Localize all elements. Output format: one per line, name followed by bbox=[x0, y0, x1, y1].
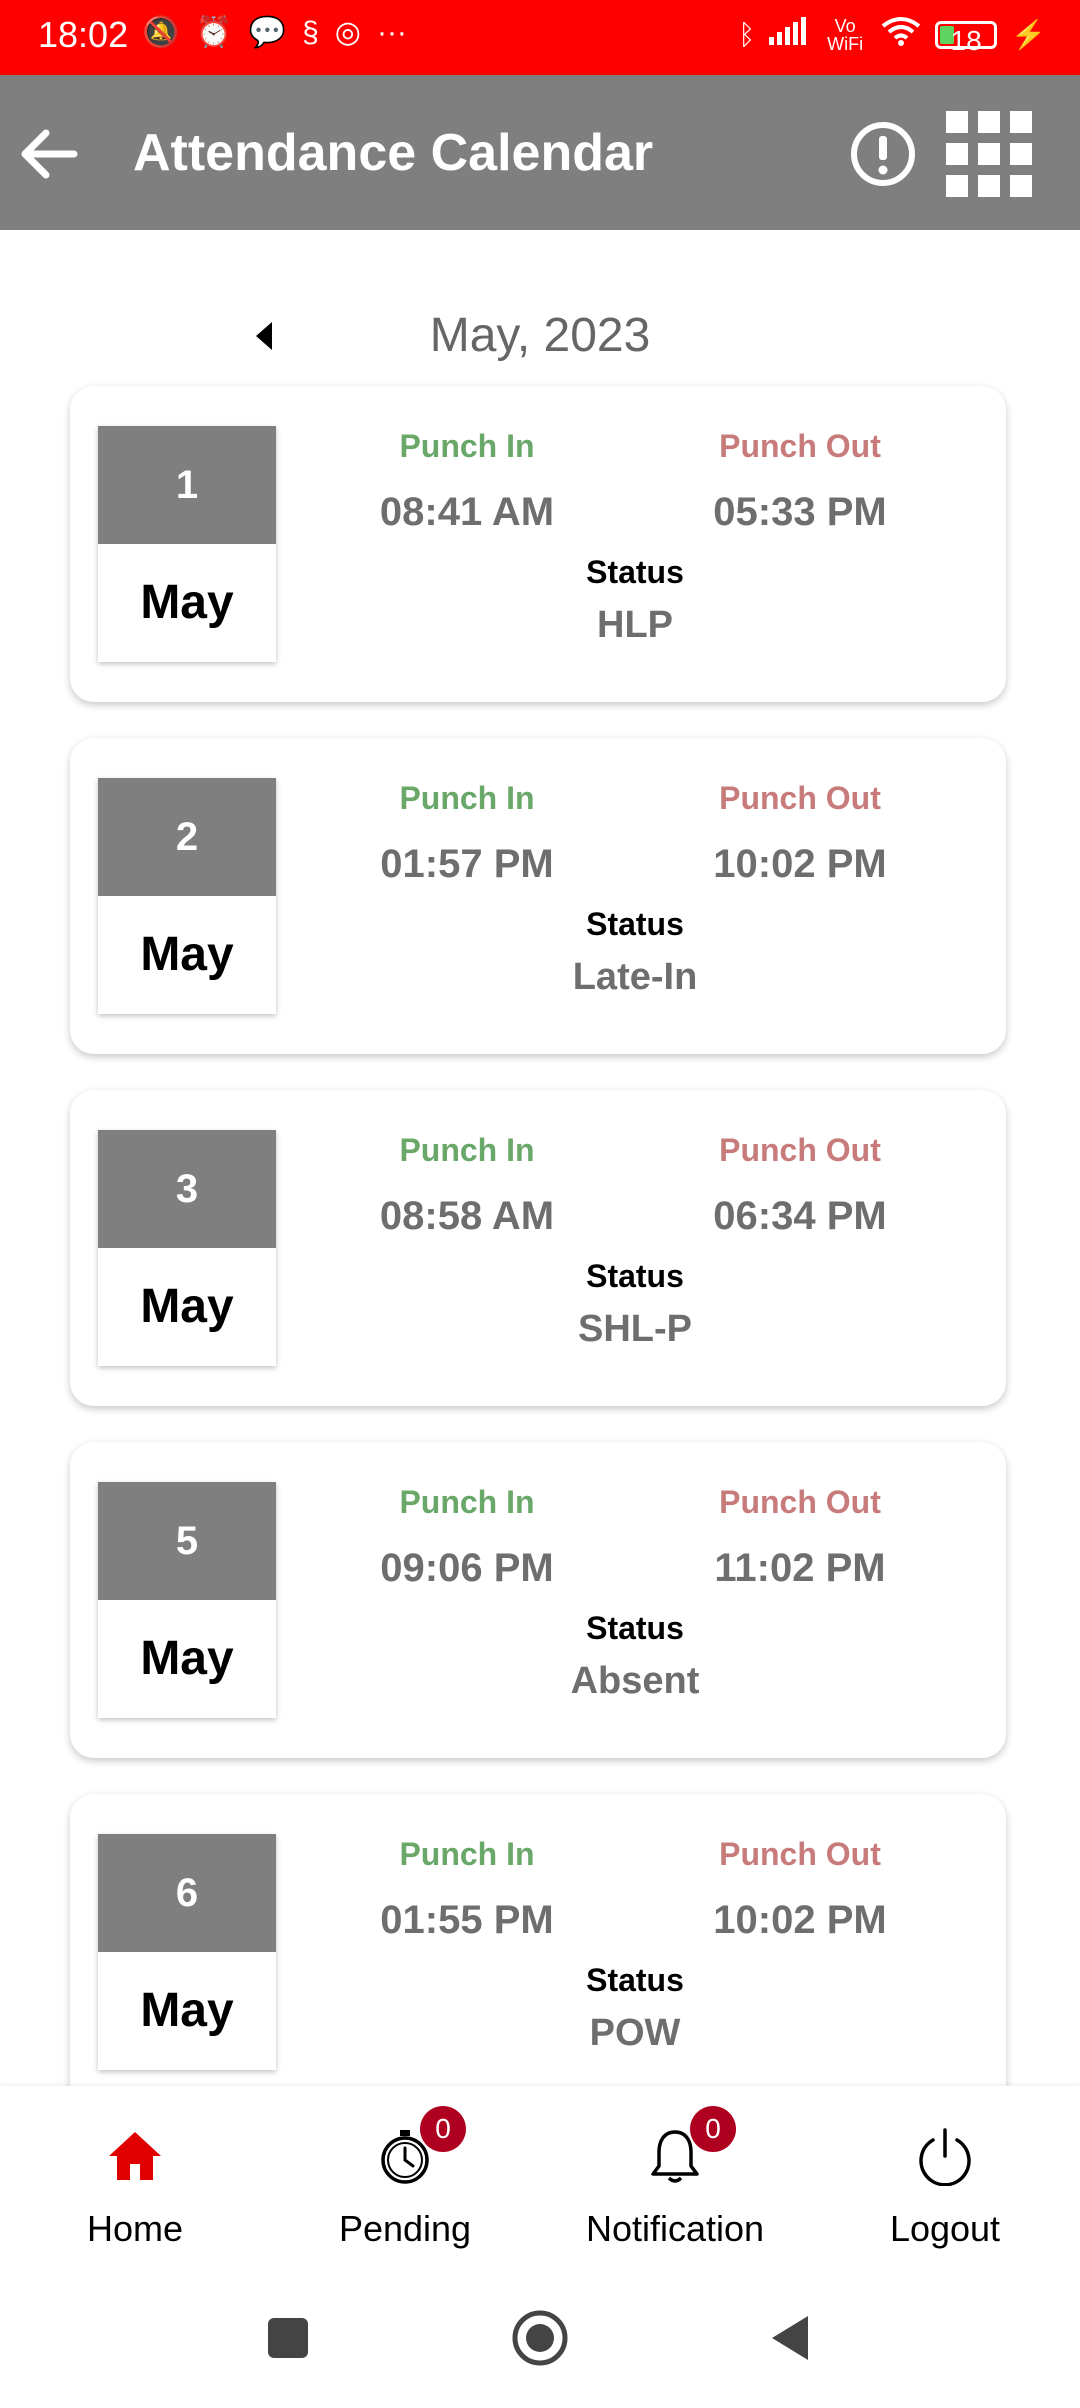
nav-pending[interactable]: 0 Pending bbox=[270, 2086, 540, 2278]
date-box: 1 May bbox=[98, 426, 276, 662]
apps-grid-button[interactable] bbox=[946, 111, 1032, 197]
back-button[interactable] bbox=[14, 119, 84, 189]
date-month: May bbox=[140, 1280, 234, 1333]
status-label: Status bbox=[586, 1962, 684, 1998]
square-icon bbox=[268, 2318, 308, 2358]
nav-home[interactable]: Home bbox=[0, 2086, 270, 2278]
punch-in-time: 08:58 AM bbox=[379, 1194, 555, 1238]
status-time: 18:02 bbox=[38, 14, 129, 55]
punch-out-label: Punch Out bbox=[719, 780, 881, 816]
punch-in-label: Punch In bbox=[399, 428, 535, 464]
nav-notification[interactable]: 0 Notification bbox=[540, 2086, 810, 2278]
system-navigation-bar bbox=[0, 2278, 1080, 2408]
status-label: Status bbox=[586, 554, 684, 590]
date-day: 6 bbox=[98, 1834, 276, 1952]
attendance-card[interactable]: 2 May Punch In Punch Out 01:57 PM 10:02 … bbox=[70, 738, 1006, 1054]
date-month: May bbox=[140, 928, 234, 981]
punch-out-time: 11:02 PM bbox=[714, 1546, 886, 1590]
status-right-icons: ᛒ Vo WiFi 18 ⚡ bbox=[738, 16, 1046, 56]
back-system-button[interactable] bbox=[760, 2308, 820, 2368]
punch-out-label: Punch Out bbox=[719, 1484, 881, 1520]
punch-out-time: 10:02 PM bbox=[713, 842, 887, 886]
instagram-icon: ◎ bbox=[334, 16, 361, 49]
date-box: 6 May bbox=[98, 1834, 276, 2070]
app-bar: Attendance Calendar bbox=[0, 75, 1080, 230]
battery-icon: 18 bbox=[935, 21, 998, 56]
bottom-navigation: Home 0 Pending 0 Notification Logout bbox=[0, 2086, 1080, 2278]
date-day: 1 bbox=[98, 426, 276, 544]
home-icon bbox=[109, 2132, 161, 2180]
more-icon: ··· bbox=[376, 16, 407, 49]
punch-out-label: Punch Out bbox=[719, 1132, 881, 1168]
punch-out-label: Punch Out bbox=[719, 428, 881, 464]
sim-icon: § bbox=[302, 16, 319, 49]
status-value: HLP bbox=[597, 604, 673, 646]
punch-in-time: 08:41 AM bbox=[379, 490, 555, 534]
home-system-button[interactable] bbox=[510, 2308, 570, 2368]
punch-out-time: 10:02 PM bbox=[713, 1898, 887, 1942]
arrow-left-icon bbox=[21, 129, 78, 179]
punch-in-label: Punch In bbox=[399, 1836, 535, 1872]
alert-circle-icon bbox=[851, 122, 915, 186]
status-value: POW bbox=[589, 2012, 681, 2054]
status-label: Status bbox=[586, 906, 684, 942]
month-label: May, 2023 bbox=[429, 309, 651, 362]
punch-out-time: 05:33 PM bbox=[713, 490, 887, 534]
recents-button[interactable] bbox=[258, 2308, 318, 2368]
attendance-card[interactable]: 1 May Punch In Punch Out 08:41 AM 05:33 … bbox=[70, 386, 1006, 702]
punch-in-label: Punch In bbox=[399, 780, 535, 816]
date-month: May bbox=[140, 1984, 234, 2037]
date-box: 3 May bbox=[98, 1130, 276, 1366]
wifi-icon bbox=[881, 16, 921, 54]
signal-icon bbox=[769, 17, 809, 53]
nav-home-label: Home bbox=[86, 2208, 184, 2249]
power-icon bbox=[919, 2128, 971, 2186]
charging-icon: ⚡ bbox=[1011, 19, 1046, 50]
status-label: Status bbox=[586, 1258, 684, 1294]
circle-home-icon bbox=[512, 2310, 568, 2366]
date-box: 5 May bbox=[98, 1482, 276, 1718]
notification-badge: 0 bbox=[690, 2106, 736, 2152]
bluetooth-icon: ᛒ bbox=[738, 19, 756, 50]
date-month: May bbox=[140, 576, 234, 629]
attendance-card[interactable]: 5 May Punch In Punch Out 09:06 PM 11:02 … bbox=[70, 1442, 1006, 1758]
punch-in-label: Punch In bbox=[399, 1484, 535, 1520]
nav-pending-label: Pending bbox=[338, 2208, 472, 2249]
triangle-back-icon bbox=[772, 2316, 808, 2360]
nav-logout[interactable]: Logout bbox=[810, 2086, 1080, 2278]
chat-icon: 💬 bbox=[248, 16, 287, 49]
attendance-card[interactable]: 6 May Punch In Punch Out 01:55 PM 10:02 … bbox=[70, 1794, 1006, 2110]
status-value: Late-In bbox=[572, 956, 698, 998]
punch-out-label: Punch Out bbox=[719, 1836, 881, 1872]
page-title: Attendance Calendar bbox=[133, 124, 654, 182]
vowifi-icon: Vo WiFi bbox=[827, 16, 864, 54]
punch-in-time: 01:57 PM bbox=[380, 842, 554, 886]
punch-out-time: 06:34 PM bbox=[713, 1194, 887, 1238]
attendance-card[interactable]: 3 May Punch In Punch Out 08:58 AM 06:34 … bbox=[70, 1090, 1006, 1406]
punch-in-label: Punch In bbox=[399, 1132, 535, 1168]
nav-logout-label: Logout bbox=[889, 2208, 1001, 2249]
punch-in-time: 09:06 PM bbox=[380, 1546, 554, 1590]
date-month: May bbox=[140, 1632, 234, 1685]
status-bar: 18:02 🔕 ⏰ 💬 § ◎ ··· ᛒ Vo WiFi 18 ⚡ bbox=[0, 0, 1080, 75]
battery-level: 18 bbox=[950, 25, 982, 56]
status-value: SHL-P bbox=[578, 1308, 692, 1350]
date-day: 5 bbox=[98, 1482, 276, 1600]
alarm-icon: ⏰ bbox=[195, 16, 233, 49]
status-value: Absent bbox=[570, 1660, 700, 1702]
status-left-icons: 🔕 ⏰ 💬 § ◎ ··· bbox=[142, 16, 407, 50]
date-day: 3 bbox=[98, 1130, 276, 1248]
nav-notification-label: Notification bbox=[585, 2208, 765, 2249]
date-box: 2 May bbox=[98, 778, 276, 1014]
pending-badge: 0 bbox=[420, 2106, 466, 2152]
info-button[interactable] bbox=[848, 119, 918, 189]
mute-icon: 🔕 bbox=[142, 16, 180, 49]
date-day: 2 bbox=[98, 778, 276, 896]
status-label: Status bbox=[586, 1610, 684, 1646]
punch-in-time: 01:55 PM bbox=[380, 1898, 554, 1942]
